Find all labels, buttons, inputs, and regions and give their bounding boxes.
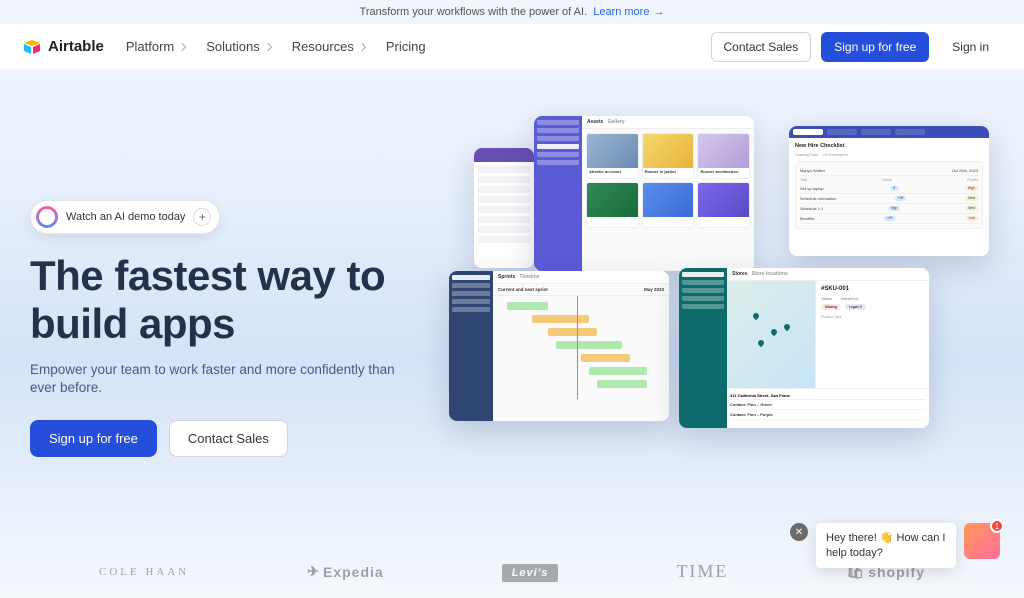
nav-platform[interactable]: Platform <box>126 39 186 54</box>
nav-links: Platform Solutions Resources Pricing <box>126 39 711 54</box>
logo-colehaan: COLE HAAN <box>99 566 189 578</box>
banner-learn-more-link[interactable]: Learn more→ <box>593 6 664 18</box>
hero-section: Watch an AI demo today + The fastest way… <box>0 70 1024 457</box>
signup-button[interactable]: Sign up for free <box>821 32 929 62</box>
plus-icon: + <box>193 208 211 226</box>
banner-text: Transform your workflows with the power … <box>360 6 588 18</box>
chat-message[interactable]: Hey there! 👋 How can I help today? <box>816 523 956 568</box>
nav-pricing[interactable]: Pricing <box>386 39 426 54</box>
chevron-right-icon <box>264 43 272 51</box>
airtable-logo-icon <box>22 37 42 57</box>
chevron-right-icon <box>178 43 186 51</box>
announcement-banner: Transform your workflows with the power … <box>0 0 1024 24</box>
arrow-right-icon: → <box>653 6 664 18</box>
hero-signup-button[interactable]: Sign up for free <box>30 420 157 457</box>
expedia-icon: ✈ <box>307 563 320 580</box>
hero-contact-button[interactable]: Contact Sales <box>169 420 288 457</box>
ai-demo-pill[interactable]: Watch an AI demo today + <box>30 200 220 234</box>
contact-sales-button[interactable]: Contact Sales <box>711 32 812 62</box>
hero-ctas: Sign up for free Contact Sales <box>30 420 1024 457</box>
logo-levis: Levi's <box>502 563 559 580</box>
chat-close-button[interactable]: ✕ <box>790 523 808 541</box>
chat-avatar[interactable]: 1 <box>964 523 1000 559</box>
brand-name: Airtable <box>48 38 104 55</box>
chat-notification-badge: 1 <box>990 519 1004 533</box>
nav-solutions[interactable]: Solutions <box>206 39 271 54</box>
main-nav: Airtable Platform Solutions Resources Pr… <box>0 24 1024 70</box>
brand-logo[interactable]: Airtable <box>22 37 104 57</box>
demo-pill-label: Watch an AI demo today <box>66 211 185 223</box>
nav-resources[interactable]: Resources <box>292 39 366 54</box>
chevron-right-icon <box>358 43 366 51</box>
hero-subtitle: Empower your team to work faster and mor… <box>30 361 410 399</box>
logo-time: TIME <box>676 561 728 582</box>
logo-expedia: ✈Expedia <box>307 563 383 580</box>
signin-button[interactable]: Sign in <box>939 32 1002 62</box>
nav-actions: Contact Sales Sign up for free Sign in <box>711 32 1002 62</box>
ai-sparkle-icon <box>36 206 58 228</box>
chat-widget: ✕ Hey there! 👋 How can I help today? 1 <box>790 523 1000 568</box>
hero-title: The fastest way to build apps <box>30 252 1024 349</box>
